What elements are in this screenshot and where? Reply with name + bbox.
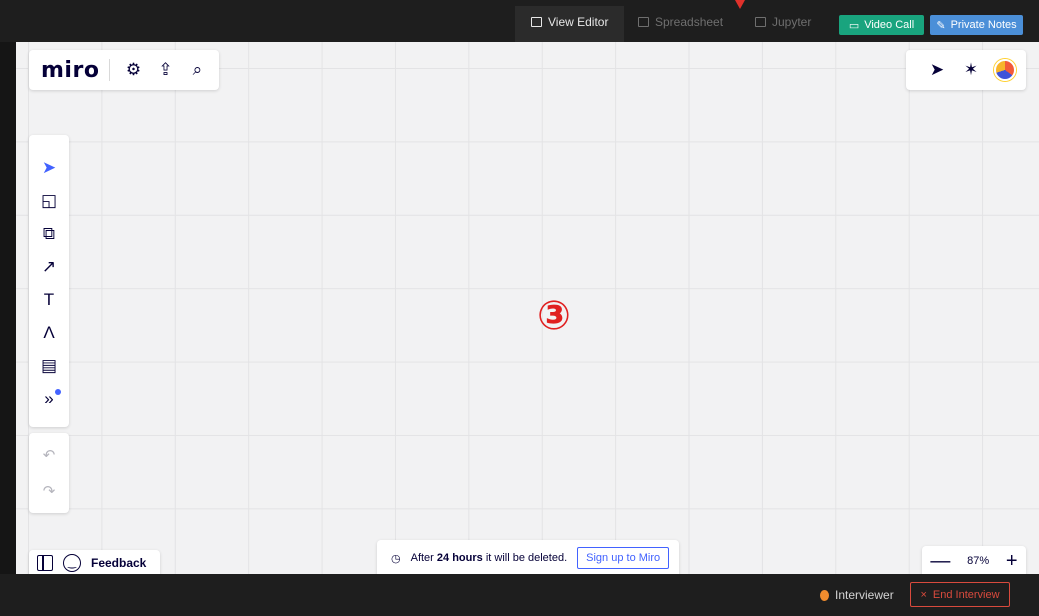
upload-icon[interactable]: ⇪ bbox=[154, 59, 176, 81]
private-notes-label: Private Notes bbox=[950, 19, 1017, 31]
notice-bold: 24 hours bbox=[436, 552, 483, 564]
comment-icon[interactable]: ▤ bbox=[35, 349, 63, 382]
history-panel: ↶ ↷ bbox=[29, 433, 69, 513]
editor-icon bbox=[531, 17, 542, 27]
laser-pointer-icon[interactable]: ➤ bbox=[926, 59, 948, 81]
zoom-in-button[interactable]: + bbox=[1006, 550, 1018, 573]
private-notes-button[interactable]: ✎ Private Notes bbox=[930, 15, 1023, 35]
board-header-panel: miro ⚙ ⇪ ⌕ bbox=[29, 50, 219, 90]
pen-icon[interactable]: Λ bbox=[35, 316, 63, 349]
tab-label: Jupyter bbox=[772, 15, 812, 29]
tab-spreadsheet[interactable]: Spreadsheet bbox=[638, 15, 723, 29]
role-label: Interviewer bbox=[835, 588, 894, 602]
feedback-smile-icon: ‿ bbox=[63, 554, 81, 572]
tool-palette: ➤ ◱ ⧉ ↗ T Λ ▤ » bbox=[29, 135, 69, 427]
end-interview-label: End Interview bbox=[932, 588, 1000, 601]
pencil-icon: ✎ bbox=[936, 19, 946, 32]
more-tools-icon[interactable]: » bbox=[35, 382, 63, 415]
undo-icon[interactable]: ↶ bbox=[35, 439, 63, 472]
clock-icon: ◷ bbox=[391, 552, 401, 565]
divider bbox=[109, 59, 111, 81]
board-canvas[interactable]: miro ⚙ ⇪ ⌕ ➤ ✶ ➤ ◱ ⧉ ↗ T Λ ▤ » ↶ ↷ ③ ‿ F… bbox=[16, 42, 1039, 574]
settings-icon[interactable]: ⚙ bbox=[122, 59, 144, 81]
notice-suffix: it will be deleted. bbox=[482, 552, 568, 564]
step-marker: ③ bbox=[537, 293, 571, 339]
miro-logo[interactable]: miro bbox=[41, 58, 99, 83]
bottom-bar: Interviewer × End Interview bbox=[0, 574, 1039, 616]
tab-jupyter[interactable]: Jupyter bbox=[755, 15, 811, 29]
spreadsheet-icon bbox=[638, 17, 649, 27]
arrow-line-icon[interactable]: ↗ bbox=[35, 250, 63, 283]
pointer-arrow-marker bbox=[735, 0, 745, 9]
feedback-panel: ‿ Feedback bbox=[29, 550, 160, 574]
jupyter-icon bbox=[755, 17, 766, 27]
status-dot bbox=[820, 589, 829, 601]
sticky-note-icon[interactable]: ◱ bbox=[35, 184, 63, 217]
top-bar: View Editor Spreadsheet Jupyter ▭ Video … bbox=[0, 0, 1039, 42]
shapes-icon[interactable]: ⧉ bbox=[35, 217, 63, 250]
sign-up-button[interactable]: Sign up to Miro bbox=[577, 547, 670, 569]
tab-label: Spreadsheet bbox=[655, 15, 724, 29]
zoom-controls: — 87% + bbox=[922, 546, 1026, 574]
close-icon: × bbox=[920, 588, 927, 601]
collaboration-panel: ➤ ✶ bbox=[906, 50, 1026, 90]
search-icon[interactable]: ⌕ bbox=[186, 59, 208, 81]
notification-dot bbox=[55, 389, 61, 395]
deletion-notice: ◷ After 24 hours it will be deleted. Sig… bbox=[377, 540, 679, 574]
avatar[interactable] bbox=[994, 59, 1016, 81]
feedback-button[interactable]: Feedback bbox=[91, 556, 146, 570]
sidebar-toggle-icon[interactable] bbox=[37, 555, 53, 571]
celebrate-icon[interactable]: ✶ bbox=[960, 59, 982, 81]
role-indicator: Interviewer bbox=[820, 588, 894, 602]
text-icon[interactable]: T bbox=[35, 283, 63, 316]
notice-text: After 24 hours it will be deleted. bbox=[411, 552, 568, 564]
zoom-out-button[interactable]: — bbox=[930, 550, 950, 573]
tab-view-editor[interactable]: View Editor bbox=[531, 15, 608, 29]
video-call-button[interactable]: ▭ Video Call bbox=[839, 15, 924, 35]
video-call-label: Video Call bbox=[864, 19, 915, 31]
tab-label: View Editor bbox=[548, 15, 609, 29]
video-icon: ▭ bbox=[848, 19, 860, 32]
notice-prefix: After bbox=[410, 552, 437, 564]
redo-icon[interactable]: ↷ bbox=[35, 475, 63, 508]
zoom-level[interactable]: 87% bbox=[967, 555, 989, 567]
end-interview-button[interactable]: × End Interview bbox=[910, 582, 1010, 607]
select-tool-icon[interactable]: ➤ bbox=[35, 151, 63, 184]
